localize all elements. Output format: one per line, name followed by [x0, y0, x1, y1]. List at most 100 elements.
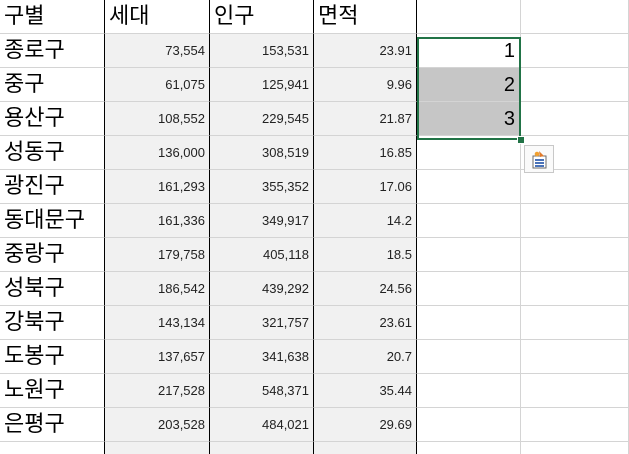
- auto-fill-options-button[interactable]: [524, 145, 554, 173]
- header-cell-district[interactable]: 구별: [0, 0, 105, 34]
- fill-series-cell[interactable]: [417, 374, 521, 408]
- fill-series-cell[interactable]: [417, 204, 521, 238]
- partial-cell[interactable]: [0, 442, 105, 454]
- empty-cell[interactable]: [521, 68, 629, 102]
- empty-cell[interactable]: [521, 204, 629, 238]
- district-cell[interactable]: 중구: [0, 68, 105, 102]
- table-row: 도봉구 137,657 341,638 20.7: [0, 340, 629, 374]
- households-cell[interactable]: 161,336: [105, 204, 210, 238]
- partial-cell[interactable]: [314, 442, 417, 454]
- district-cell[interactable]: 용산구: [0, 102, 105, 136]
- households-cell[interactable]: 137,657: [105, 340, 210, 374]
- district-cell[interactable]: 도봉구: [0, 340, 105, 374]
- district-cell[interactable]: 광진구: [0, 170, 105, 204]
- header-cell-households[interactable]: 세대: [105, 0, 210, 34]
- area-cell[interactable]: 29.69: [314, 408, 417, 442]
- header-cell-area[interactable]: 면적: [314, 0, 417, 34]
- population-cell[interactable]: 229,545: [210, 102, 314, 136]
- district-cell[interactable]: 동대문구: [0, 204, 105, 238]
- population-cell[interactable]: 349,917: [210, 204, 314, 238]
- empty-cell[interactable]: [521, 0, 629, 34]
- population-cell[interactable]: 308,519: [210, 136, 314, 170]
- area-cell[interactable]: 16.85: [314, 136, 417, 170]
- households-cell[interactable]: 161,293: [105, 170, 210, 204]
- empty-cell[interactable]: [521, 170, 629, 204]
- fill-series-cell[interactable]: [417, 408, 521, 442]
- area-cell[interactable]: 20.7: [314, 340, 417, 374]
- households-cell[interactable]: 186,542: [105, 272, 210, 306]
- district-cell[interactable]: 성북구: [0, 272, 105, 306]
- fill-handle[interactable]: [517, 136, 525, 144]
- fill-series-cell[interactable]: [417, 340, 521, 374]
- area-cell[interactable]: 23.91: [314, 34, 417, 68]
- population-cell[interactable]: 125,941: [210, 68, 314, 102]
- fill-series-cell[interactable]: [417, 272, 521, 306]
- households-cell[interactable]: 136,000: [105, 136, 210, 170]
- table-row: 중구 61,075 125,941 9.96 2: [0, 68, 629, 102]
- header-row: 구별 세대 인구 면적: [0, 0, 629, 34]
- area-cell[interactable]: 9.96: [314, 68, 417, 102]
- empty-cell[interactable]: [521, 272, 629, 306]
- households-cell[interactable]: 179,758: [105, 238, 210, 272]
- district-cell[interactable]: 은평구: [0, 408, 105, 442]
- district-cell[interactable]: 강북구: [0, 306, 105, 340]
- table-row: 중랑구 179,758 405,118 18.5: [0, 238, 629, 272]
- empty-cell[interactable]: [521, 34, 629, 68]
- district-cell[interactable]: 중랑구: [0, 238, 105, 272]
- partial-cell[interactable]: [210, 442, 314, 454]
- area-cell[interactable]: 18.5: [314, 238, 417, 272]
- table-row: 성북구 186,542 439,292 24.56: [0, 272, 629, 306]
- households-cell[interactable]: 143,134: [105, 306, 210, 340]
- fill-series-cell[interactable]: [417, 306, 521, 340]
- population-cell[interactable]: 341,638: [210, 340, 314, 374]
- district-cell[interactable]: 성동구: [0, 136, 105, 170]
- area-cell[interactable]: 21.87: [314, 102, 417, 136]
- fill-series-cell[interactable]: [417, 136, 521, 170]
- district-cell[interactable]: 노원구: [0, 374, 105, 408]
- area-cell[interactable]: 17.06: [314, 170, 417, 204]
- population-cell[interactable]: 355,352: [210, 170, 314, 204]
- population-cell[interactable]: 405,118: [210, 238, 314, 272]
- auto-fill-options-icon: [532, 151, 547, 169]
- partial-cell[interactable]: [521, 442, 629, 454]
- empty-cell[interactable]: [521, 306, 629, 340]
- header-cell-extra[interactable]: [417, 0, 521, 34]
- table-row: 광진구 161,293 355,352 17.06: [0, 170, 629, 204]
- fill-series-cell[interactable]: 3: [417, 102, 521, 136]
- population-cell[interactable]: 484,021: [210, 408, 314, 442]
- empty-cell[interactable]: [521, 408, 629, 442]
- partial-cell[interactable]: [105, 442, 210, 454]
- area-cell[interactable]: 35.44: [314, 374, 417, 408]
- district-cell[interactable]: 종로구: [0, 34, 105, 68]
- population-cell[interactable]: 153,531: [210, 34, 314, 68]
- area-cell[interactable]: 24.56: [314, 272, 417, 306]
- fill-series-cell[interactable]: [417, 170, 521, 204]
- households-cell[interactable]: 61,075: [105, 68, 210, 102]
- partial-row: [0, 442, 629, 454]
- table-row: 동대문구 161,336 349,917 14.2: [0, 204, 629, 238]
- households-cell[interactable]: 203,528: [105, 408, 210, 442]
- households-cell[interactable]: 73,554: [105, 34, 210, 68]
- empty-cell[interactable]: [521, 340, 629, 374]
- population-cell[interactable]: 548,371: [210, 374, 314, 408]
- table-row: 종로구 73,554 153,531 23.91 1: [0, 34, 629, 68]
- fill-series-cell[interactable]: [417, 238, 521, 272]
- spreadsheet-grid: 구별 세대 인구 면적 종로구 73,554 153,531 23.91 1 중…: [0, 0, 629, 454]
- households-cell[interactable]: 217,528: [105, 374, 210, 408]
- partial-cell[interactable]: [417, 442, 521, 454]
- population-cell[interactable]: 439,292: [210, 272, 314, 306]
- households-cell[interactable]: 108,552: [105, 102, 210, 136]
- fill-series-cell[interactable]: 1: [417, 34, 521, 68]
- table-row: 노원구 217,528 548,371 35.44: [0, 374, 629, 408]
- population-cell[interactable]: 321,757: [210, 306, 314, 340]
- area-cell[interactable]: 23.61: [314, 306, 417, 340]
- table-row: 은평구 203,528 484,021 29.69: [0, 408, 629, 442]
- empty-cell[interactable]: [521, 102, 629, 136]
- fill-series-cell[interactable]: 2: [417, 68, 521, 102]
- header-cell-population[interactable]: 인구: [210, 0, 314, 34]
- table-row: 강북구 143,134 321,757 23.61: [0, 306, 629, 340]
- table-row: 용산구 108,552 229,545 21.87 3: [0, 102, 629, 136]
- area-cell[interactable]: 14.2: [314, 204, 417, 238]
- empty-cell[interactable]: [521, 238, 629, 272]
- empty-cell[interactable]: [521, 374, 629, 408]
